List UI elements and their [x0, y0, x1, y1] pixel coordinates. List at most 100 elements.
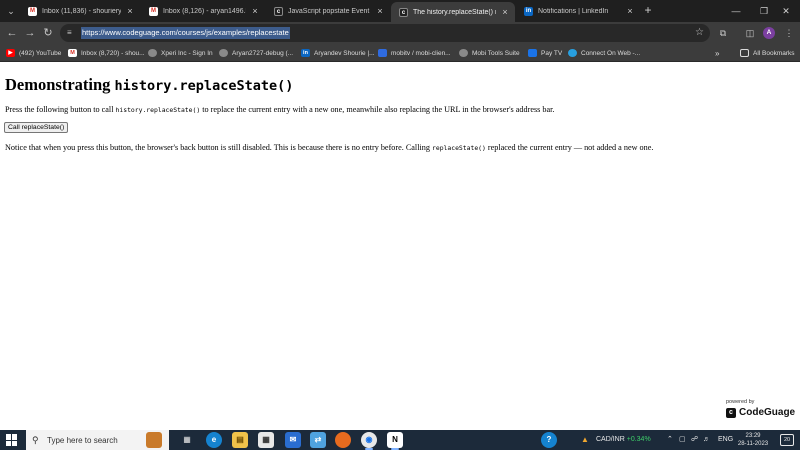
back-arrow-icon[interactable]: ← — [4, 25, 20, 41]
reload-icon[interactable]: ↻ — [40, 25, 56, 41]
store-icon[interactable]: ▦ — [258, 432, 274, 448]
notice-code: replaceState() — [432, 144, 486, 152]
bookmark-item[interactable]: in Aryandev Shourie |... — [301, 47, 375, 59]
page-title-code: history.replaceState() — [114, 78, 294, 94]
help-icon[interactable]: ? — [541, 432, 557, 448]
bookmark-item[interactable]: mobitv / mobi-clien... — [378, 47, 451, 59]
bookmark-label: Xperi Inc - Sign In — [161, 49, 213, 57]
tab-popstate[interactable]: c JavaScript popstate Event - The × — [266, 2, 390, 20]
codeguage-icon: c — [274, 6, 283, 16]
mail-icon[interactable]: ✉ — [285, 432, 301, 448]
ticker-widget[interactable]: CAD/INR +0.34% — [596, 430, 651, 450]
extensions-icon[interactable]: ⧉ — [716, 26, 730, 40]
clock-time: 23:29 — [745, 433, 761, 439]
tab-close-icon[interactable]: × — [500, 7, 510, 17]
codeguage-icon: c — [399, 7, 408, 17]
system-clock[interactable]: 23:29 28-11-2023 — [735, 432, 771, 448]
tab-gmail-1[interactable]: M Inbox (11,836) - shourieryandev × — [20, 2, 140, 20]
side-panel-icon[interactable]: ◫ — [743, 26, 757, 40]
tab-search-chevron-icon[interactable]: ⌄ — [3, 3, 19, 19]
bookmark-label: Inbox (8,720) - shou... — [81, 49, 145, 57]
edge-browser-icon[interactable]: e — [206, 432, 222, 448]
minimize-icon[interactable]: — — [722, 0, 750, 22]
codeguage-logo[interactable]: c CodeGuage — [726, 407, 795, 418]
bookmark-item[interactable]: Mobi Tools Suite — [459, 47, 520, 59]
youtube-icon: ▶ — [6, 49, 15, 57]
ticker-label: CAD/INR — [596, 436, 625, 443]
folder-icon — [740, 49, 749, 57]
globe-icon — [148, 49, 157, 57]
tab-close-icon[interactable]: × — [375, 6, 385, 16]
call-replacestate-button[interactable]: Call replaceState() — [4, 122, 69, 133]
address-bar[interactable]: ≡ https://www.codeguage.com/courses/js/e… — [60, 24, 710, 42]
bookmark-item[interactable]: Connect On Web -... — [568, 47, 640, 59]
tab-title: Inbox (8,126) - aryan1496.be20 — [163, 7, 246, 15]
bookmarks-overflow-icon[interactable]: » — [715, 47, 719, 59]
windows-start-icon[interactable] — [6, 434, 18, 446]
task-view-icon[interactable]: ▦ — [179, 432, 195, 448]
bookmarks-bar: ▶ (492) YouTube M Inbox (8,720) - shou..… — [0, 44, 800, 62]
tab-title: JavaScript popstate Event - The — [288, 7, 371, 15]
page-title: Demonstrating history.replaceState() — [5, 75, 293, 95]
app-icon[interactable]: ⇄ — [310, 432, 326, 448]
notion-icon[interactable]: N — [387, 432, 403, 450]
bookmark-item[interactable]: Pay TV — [528, 47, 562, 59]
site-settings-icon[interactable]: ≡ — [67, 26, 77, 40]
bookmark-label: Connect On Web -... — [581, 49, 641, 57]
search-icon: ⚲ — [32, 434, 39, 445]
volume-icon[interactable]: ♬ — [703, 430, 710, 450]
intro-code: history.replaceState() — [115, 106, 201, 114]
tray-chevron-icon[interactable]: ⌃ — [667, 430, 673, 450]
window-close-icon[interactable]: ✕ — [772, 0, 800, 22]
page-content: Demonstrating history.replaceState() Pre… — [0, 63, 800, 430]
tab-strip: ⌄ M Inbox (11,836) - shourieryandev × M … — [0, 0, 800, 22]
tab-close-icon[interactable]: × — [625, 6, 635, 16]
tab-close-icon[interactable]: × — [250, 6, 260, 16]
url-text[interactable]: https://www.codeguage.com/courses/js/exa… — [81, 27, 290, 39]
network-icon[interactable]: ☍ — [691, 430, 698, 450]
tab-linkedin[interactable]: in Notifications | LinkedIn × — [516, 2, 640, 20]
taskbar: ⚲ Type here to search ▦ e ▤ ▦ ✉ ⇄ ◉ N ? … — [0, 430, 800, 450]
all-bookmarks-label: All Bookmarks — [753, 49, 795, 57]
bookmark-star-icon[interactable]: ☆ — [695, 26, 704, 40]
bookmark-item[interactable]: M Inbox (8,720) - shou... — [68, 47, 145, 59]
language-indicator[interactable]: ENG — [718, 430, 733, 450]
file-explorer-icon[interactable]: ▤ — [232, 432, 248, 448]
menu-kebab-icon[interactable]: ⋮ — [782, 26, 796, 40]
bookmark-item[interactable]: ▶ (492) YouTube — [6, 47, 61, 59]
bookmark-label: Aryan2727-debug (... — [232, 49, 294, 57]
battery-icon[interactable]: ▢ — [679, 430, 686, 450]
ticker-chart-icon[interactable]: ▲ — [577, 432, 593, 448]
profile-avatar[interactable]: A — [763, 27, 775, 39]
globe-icon — [459, 49, 468, 57]
brand-name: CodeGuage — [739, 407, 796, 418]
firefox-icon[interactable] — [335, 432, 351, 448]
notification-center-icon[interactable]: 20 — [780, 434, 794, 446]
page-title-text: Demonstrating — [5, 75, 115, 94]
paytv-icon — [528, 49, 537, 57]
notice-text-before: Notice that when you press this button, … — [5, 143, 432, 152]
tab-gmail-2[interactable]: M Inbox (8,126) - aryan1496.be20 × — [141, 2, 265, 20]
notice-text-after: replaced the current entry — not added a… — [485, 143, 654, 152]
chrome-icon[interactable]: ◉ — [361, 432, 377, 450]
forward-arrow-icon[interactable]: → — [22, 25, 38, 41]
tab-title: Notifications | LinkedIn — [538, 7, 609, 15]
bookmark-item[interactable]: Aryan2727-debug (... — [219, 47, 293, 59]
bookmark-label: mobitv / mobi-clien... — [391, 49, 451, 57]
linkedin-icon: in — [524, 6, 533, 16]
all-bookmarks[interactable]: All Bookmarks — [740, 47, 795, 59]
new-tab-plus-icon[interactable]: + — [641, 3, 655, 17]
gmail-icon: M — [149, 6, 158, 16]
bookmark-label: Mobi Tools Suite — [472, 49, 520, 57]
tab-close-icon[interactable]: × — [125, 6, 135, 16]
browser-toolbar: ← → ↻ ≡ https://www.codeguage.com/course… — [0, 22, 800, 44]
bookmark-label: Aryandev Shourie |... — [314, 49, 375, 57]
ticker-change: +0.34% — [626, 436, 651, 443]
tab-replacestate[interactable]: c The history.replaceState() meth × — [391, 2, 515, 22]
intro-text-before: Press the following button to call — [5, 105, 116, 114]
bookmark-item[interactable]: Xperi Inc - Sign In — [148, 47, 213, 59]
briefcase-app-icon[interactable] — [146, 432, 162, 448]
globe-icon — [219, 49, 228, 57]
gmail-icon: M — [28, 6, 37, 16]
tab-title: Inbox (11,836) - shourieryandev — [42, 7, 121, 15]
